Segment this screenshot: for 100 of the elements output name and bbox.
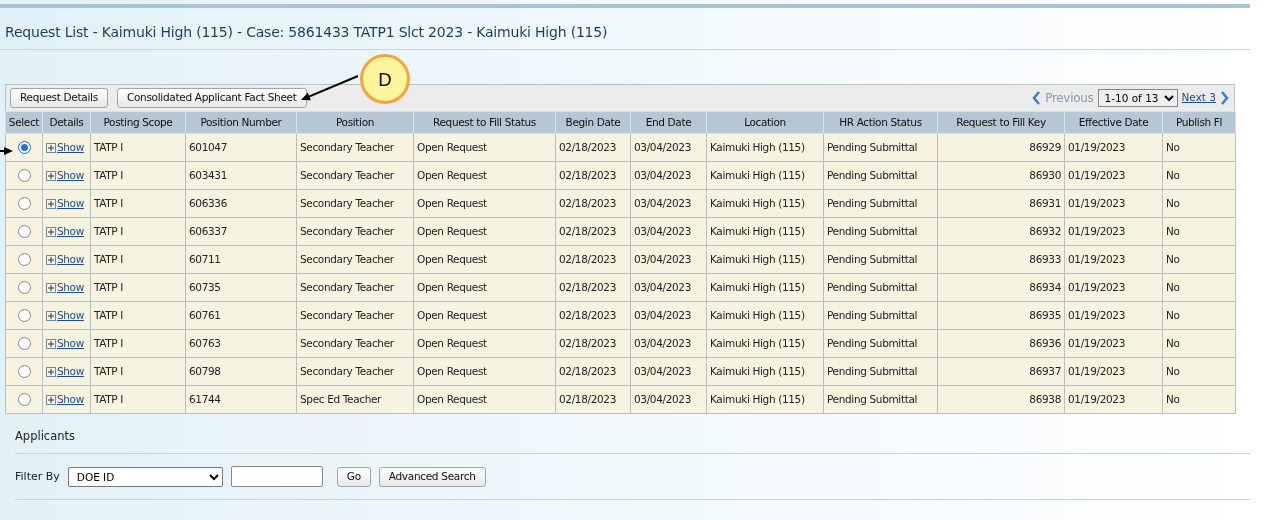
expand-icon[interactable] bbox=[46, 170, 56, 181]
table-cell: 86936 bbox=[937, 329, 1065, 358]
table-cell: 02/18/2023 bbox=[555, 329, 631, 358]
expand-icon[interactable] bbox=[46, 198, 56, 209]
table-cell: Open Request bbox=[413, 245, 556, 274]
table-cell: 03/04/2023 bbox=[630, 217, 707, 246]
column-header: Posting Scope bbox=[90, 111, 186, 134]
table-cell: TATP I bbox=[90, 385, 186, 414]
table-cell: No bbox=[1162, 217, 1236, 246]
table-cell: Spec Ed Teacher bbox=[296, 385, 414, 414]
table-cell: 60763 bbox=[185, 329, 297, 358]
search-field[interactable] bbox=[230, 466, 323, 488]
radio-button[interactable] bbox=[17, 197, 31, 211]
table-cell: Kaimuki High (115) bbox=[706, 329, 824, 358]
radio-button[interactable] bbox=[17, 169, 31, 183]
table-cell: Secondary Teacher bbox=[296, 329, 414, 358]
next-icon[interactable] bbox=[1220, 91, 1230, 105]
table-cell: Kaimuki High (115) bbox=[706, 357, 824, 386]
table-cell: No bbox=[1162, 273, 1236, 302]
table-cell: No bbox=[1162, 133, 1236, 162]
table-cell: 86935 bbox=[937, 301, 1065, 330]
table-cell: 01/19/2023 bbox=[1064, 245, 1163, 274]
table-cell: Secondary Teacher bbox=[296, 273, 414, 302]
table-cell: Secondary Teacher bbox=[296, 133, 414, 162]
table-cell: 03/04/2023 bbox=[630, 357, 707, 386]
table-cell: TATP I bbox=[90, 133, 186, 162]
table-cell: 606336 bbox=[185, 189, 297, 218]
table-cell: TATP I bbox=[90, 273, 186, 302]
filter-label: Filter By bbox=[15, 468, 60, 485]
table-cell: Kaimuki High (115) bbox=[706, 273, 824, 302]
column-header: End Date bbox=[630, 111, 707, 134]
table-cell: Secondary Teacher bbox=[296, 301, 414, 330]
table-cell: 01/19/2023 bbox=[1064, 273, 1163, 302]
radio-button[interactable] bbox=[17, 309, 31, 323]
page-select[interactable]: 1-10 of 13 bbox=[1097, 89, 1178, 107]
expand-icon[interactable] bbox=[46, 310, 56, 321]
column-header: Location bbox=[706, 111, 824, 134]
table-cell: Open Request bbox=[413, 217, 556, 246]
go-button[interactable]: Go bbox=[336, 466, 371, 487]
table-cell: Secondary Teacher bbox=[296, 189, 414, 218]
table-cell: 01/19/2023 bbox=[1064, 189, 1163, 218]
table-cell: 03/04/2023 bbox=[630, 161, 707, 190]
table-cell: Pending Submittal bbox=[823, 301, 938, 330]
table-cell: No bbox=[1162, 189, 1236, 218]
pointer-arrow bbox=[0, 147, 13, 155]
expand-icon[interactable] bbox=[46, 338, 56, 349]
table-cell: 603431 bbox=[185, 161, 297, 190]
table-cell: Open Request bbox=[413, 189, 556, 218]
table-cell: 03/04/2023 bbox=[630, 245, 707, 274]
table-cell: TATP I bbox=[90, 189, 186, 218]
table-cell: 86931 bbox=[937, 189, 1065, 218]
advanced-search-button[interactable]: Advanced Search bbox=[378, 466, 486, 487]
table-cell: 01/19/2023 bbox=[1064, 301, 1163, 330]
table-cell: No bbox=[1162, 385, 1236, 414]
callout-badge: D bbox=[360, 54, 410, 104]
table-cell: Kaimuki High (115) bbox=[706, 217, 824, 246]
table-cell: No bbox=[1162, 161, 1236, 190]
table-cell: 60735 bbox=[185, 273, 297, 302]
expand-icon[interactable] bbox=[46, 142, 56, 153]
table-cell: 601047 bbox=[185, 133, 297, 162]
table-cell: 86933 bbox=[937, 245, 1065, 274]
table-cell: 03/04/2023 bbox=[630, 273, 707, 302]
table-cell: 03/04/2023 bbox=[630, 133, 707, 162]
table-cell: Pending Submittal bbox=[823, 217, 938, 246]
radio-button[interactable] bbox=[17, 253, 31, 267]
table-cell: 02/18/2023 bbox=[555, 189, 631, 218]
table-cell: 61744 bbox=[185, 385, 297, 414]
column-header: Effective Date bbox=[1064, 111, 1163, 134]
toolbar-button[interactable]: Request Details bbox=[10, 88, 108, 108]
column-header: Select bbox=[5, 111, 43, 134]
table-cell: 86932 bbox=[937, 217, 1065, 246]
expand-icon[interactable] bbox=[46, 394, 56, 405]
table-cell: 02/18/2023 bbox=[555, 217, 631, 246]
radio-button[interactable] bbox=[17, 393, 31, 407]
expand-icon[interactable] bbox=[46, 366, 56, 377]
expand-icon[interactable] bbox=[46, 254, 56, 265]
expand-icon[interactable] bbox=[46, 226, 56, 237]
next-link[interactable]: Next 3 bbox=[1181, 90, 1216, 106]
toolbar-button[interactable]: Consolidated Applicant Fact Sheet bbox=[116, 88, 307, 108]
filter-select[interactable]: DOE ID bbox=[67, 466, 223, 487]
column-header: Request to Fill Key bbox=[937, 111, 1065, 134]
radio-button[interactable] bbox=[17, 141, 31, 155]
radio-button[interactable] bbox=[17, 365, 31, 379]
previous-icon[interactable] bbox=[1031, 91, 1042, 105]
table-cell: Pending Submittal bbox=[823, 329, 938, 358]
table-cell: No bbox=[1162, 357, 1236, 386]
radio-button[interactable] bbox=[17, 281, 31, 295]
table-cell: TATP I bbox=[90, 357, 186, 386]
table-cell: Secondary Teacher bbox=[296, 161, 414, 190]
radio-button[interactable] bbox=[17, 337, 31, 351]
radio-button[interactable] bbox=[17, 225, 31, 239]
expand-icon[interactable] bbox=[46, 282, 56, 293]
table-cell: Kaimuki High (115) bbox=[706, 189, 824, 218]
table-cell: Open Request bbox=[413, 161, 556, 190]
column-header: Publish Fl bbox=[1162, 111, 1236, 134]
table-cell: 02/18/2023 bbox=[555, 357, 631, 386]
column-header: Request to Fill Status bbox=[413, 111, 556, 134]
table-cell: No bbox=[1162, 245, 1236, 274]
table-cell: Kaimuki High (115) bbox=[706, 245, 824, 274]
table-cell: Pending Submittal bbox=[823, 189, 938, 218]
